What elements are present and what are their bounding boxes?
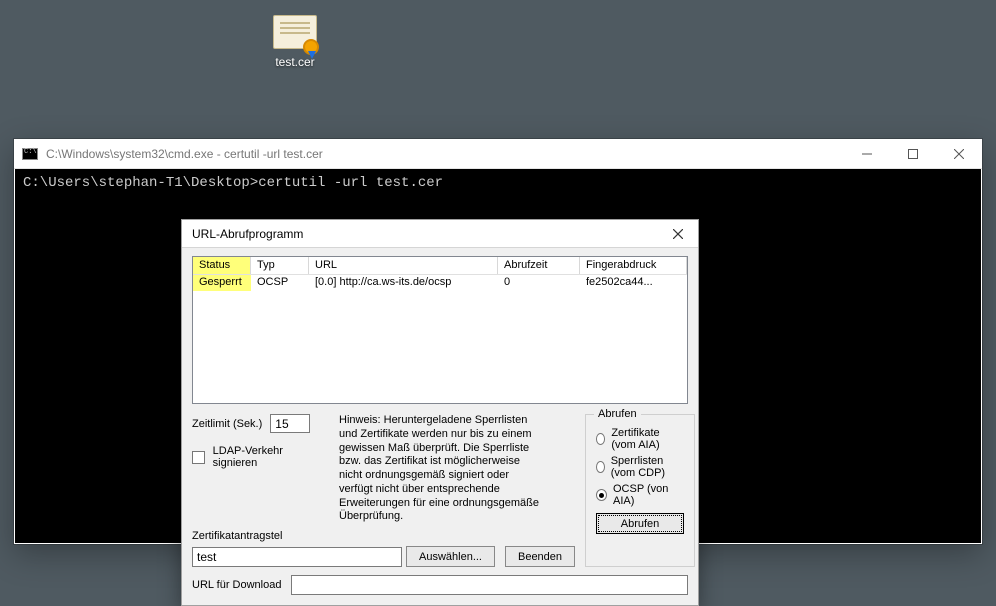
dialog-titlebar[interactable]: URL-Abrufprogramm	[182, 220, 698, 248]
maximize-button[interactable]	[890, 139, 936, 169]
cell-status: Gesperrt	[193, 275, 251, 291]
dialog-title: URL-Abrufprogramm	[192, 227, 303, 241]
col-status[interactable]: Status	[193, 257, 251, 274]
url-fetch-dialog: URL-Abrufprogramm Status Typ URL Abrufze…	[181, 219, 699, 606]
radio-aia[interactable]: Zertifikate (vom AIA)	[596, 427, 684, 451]
ldap-sign-label: LDAP-Verkehr signieren	[213, 445, 327, 469]
radio-cdp-label: Sperrlisten (vom CDP)	[611, 455, 684, 479]
minimize-button[interactable]	[844, 139, 890, 169]
url-download-label: URL für Download	[192, 579, 281, 591]
cmd-title: C:\Windows\system32\cmd.exe - certutil -…	[46, 147, 323, 161]
col-time[interactable]: Abrufzeit	[498, 257, 580, 274]
select-button[interactable]: Auswählen...	[406, 546, 495, 567]
fetch-groupbox: Abrufen Zertifikate (vom AIA) Sperrliste…	[585, 414, 695, 567]
timelimit-input[interactable]	[270, 414, 310, 433]
radio-ocsp-label: OCSP (von AIA)	[613, 483, 684, 507]
cell-typ: OCSP	[251, 275, 309, 291]
certificate-icon	[273, 15, 317, 51]
listview-header[interactable]: Status Typ URL Abrufzeit Fingerabdruck	[193, 257, 687, 275]
hint-text: Hinweis: Heruntergeladene Sperrlisten un…	[339, 414, 544, 524]
timelimit-label: Zeitlimit (Sek.)	[192, 418, 262, 430]
cert-template-label: Zertifikatantragstel	[192, 530, 575, 542]
radio-cdp[interactable]: Sperrlisten (vom CDP)	[596, 455, 684, 479]
cmd-icon	[22, 148, 38, 160]
cmd-output-line: C:\Users\stephan-T1\Desktop>certutil -ur…	[23, 175, 973, 191]
table-row[interactable]: Gesperrt OCSP [0.0] http://ca.ws-its.de/…	[193, 275, 687, 291]
url-listview[interactable]: Status Typ URL Abrufzeit Fingerabdruck G…	[192, 256, 688, 404]
radio-icon	[596, 461, 605, 473]
cell-time: 0	[498, 275, 580, 291]
col-fingerprint[interactable]: Fingerabdruck	[580, 257, 687, 274]
dialog-close-button[interactable]	[664, 223, 692, 245]
fetch-button[interactable]: Abrufen	[596, 513, 684, 534]
col-typ[interactable]: Typ	[251, 257, 309, 274]
col-url[interactable]: URL	[309, 257, 498, 274]
close-button[interactable]	[936, 139, 982, 169]
cert-template-input[interactable]	[192, 547, 402, 567]
cmd-titlebar[interactable]: C:\Windows\system32\cmd.exe - certutil -…	[14, 139, 982, 169]
radio-aia-label: Zertifikate (vom AIA)	[611, 427, 684, 451]
radio-ocsp[interactable]: OCSP (von AIA)	[596, 483, 684, 507]
cell-url: [0.0] http://ca.ws-its.de/ocsp	[309, 275, 498, 291]
radio-icon	[596, 489, 607, 501]
desktop-file-label: test.cer	[265, 55, 325, 69]
groupbox-legend: Abrufen	[594, 408, 641, 420]
radio-icon	[596, 433, 605, 445]
end-button[interactable]: Beenden	[505, 546, 575, 567]
ldap-sign-checkbox[interactable]	[192, 451, 205, 464]
cell-fingerprint: fe2502ca44...	[580, 275, 687, 291]
url-download-input[interactable]	[291, 575, 688, 595]
desktop-file-testcer[interactable]: test.cer	[265, 15, 325, 69]
